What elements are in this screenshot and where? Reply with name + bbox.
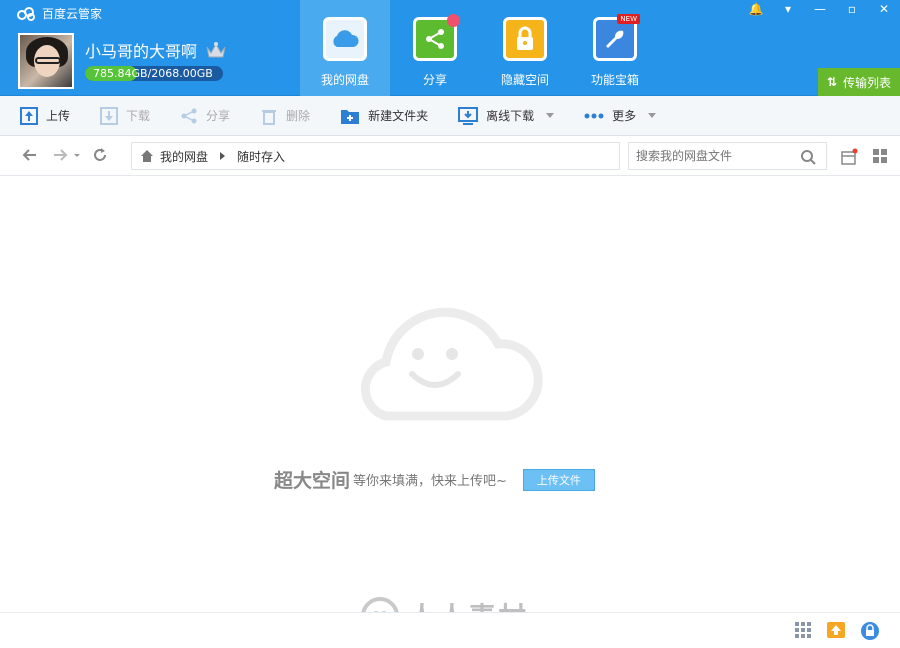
- empty-cloud-icon: [360, 307, 543, 421]
- cloud-drive-icon: [323, 17, 367, 61]
- offline-download-button[interactable]: 离线下载: [458, 106, 555, 125]
- new-badge: NEW: [617, 14, 640, 24]
- back-arrow-icon[interactable]: [22, 147, 38, 163]
- vip-crown-icon[interactable]: [205, 41, 227, 59]
- maximize-icon[interactable]: ▫: [836, 0, 868, 18]
- breadcrumb-current[interactable]: 随时存入: [237, 148, 285, 165]
- nav-label: 隐藏空间: [500, 73, 549, 87]
- forward-arrow-icon[interactable]: [52, 147, 68, 163]
- upload-button[interactable]: 上传: [20, 106, 71, 125]
- nav-share[interactable]: 分享: [390, 0, 480, 96]
- nav-label: 功能宝箱: [590, 73, 639, 87]
- username: 小马哥的大哥啊: [85, 38, 227, 62]
- status-bar: [0, 612, 900, 648]
- notification-dot: [447, 14, 460, 27]
- header: 百度云管家 小马哥的大哥啊 785.84GB/2068.00GB 我的网盘 分享…: [0, 0, 900, 96]
- share-icon: [413, 14, 460, 61]
- transfer-list-button[interactable]: ⇅ 传输列表: [818, 68, 900, 96]
- breadcrumb-separator-icon[interactable]: [220, 152, 226, 160]
- download-label: 下载: [126, 109, 151, 123]
- download-button[interactable]: 下载: [100, 106, 151, 125]
- apps-grid-icon[interactable]: [794, 621, 812, 639]
- search-icon[interactable]: [800, 149, 816, 165]
- history-nav: [22, 147, 108, 163]
- main-nav: 我的网盘 分享 隐藏空间 NEW 功能宝箱: [300, 0, 660, 96]
- empty-subtitle: 等你来填满，快来上传吧~: [353, 474, 507, 489]
- share-icon: [180, 107, 198, 125]
- empty-state-message: 超大空间 等你来填满，快来上传吧~ 上传文件: [274, 466, 595, 493]
- upload-file-button[interactable]: 上传文件: [522, 468, 595, 491]
- share-button[interactable]: 分享: [180, 107, 230, 125]
- offline-download-icon: [458, 106, 479, 125]
- baidu-cloud-logo-icon: [17, 6, 35, 21]
- lock-icon: [503, 17, 547, 61]
- search-box: [628, 142, 827, 170]
- quota-bar: 785.84GB/2068.00GB: [85, 66, 223, 81]
- home-icon[interactable]: [140, 149, 154, 163]
- empty-title: 超大空间: [274, 470, 351, 492]
- view-toggle: [840, 148, 888, 166]
- more-button[interactable]: 更多: [584, 107, 657, 124]
- toolbar: 上传 下载 分享 删除 新建文件夹 离线下载 更多: [0, 96, 900, 136]
- delete-label: 删除: [286, 109, 311, 123]
- offline-download-label: 离线下载: [486, 109, 535, 123]
- upload-icon: [20, 106, 38, 125]
- wrench-icon: NEW: [593, 14, 640, 61]
- nav-my-drive[interactable]: 我的网盘: [300, 0, 390, 96]
- search-input[interactable]: [636, 149, 796, 163]
- grid-view-icon[interactable]: [872, 148, 888, 164]
- app-title: 百度云管家: [16, 5, 102, 22]
- more-dots-icon: [584, 113, 604, 119]
- avatar[interactable]: [18, 33, 74, 89]
- download-icon: [100, 106, 119, 125]
- transfer-icon: ⇅: [826, 75, 838, 89]
- transfer-label: 传输列表: [843, 75, 892, 90]
- more-label: 更多: [612, 109, 637, 123]
- trash-icon: [260, 107, 278, 125]
- list-view-icon[interactable]: [840, 148, 858, 166]
- delete-button[interactable]: 删除: [260, 107, 310, 125]
- nav-label: 我的网盘: [320, 73, 369, 87]
- new-folder-icon: [340, 107, 360, 125]
- username-text: 小马哥的大哥啊: [85, 42, 198, 61]
- chevron-down-icon[interactable]: [648, 113, 657, 118]
- status-icons: [794, 621, 880, 641]
- window-controls: 🔔 ▾ — ▫ ✕: [740, 0, 900, 18]
- close-icon[interactable]: ✕: [868, 0, 900, 18]
- nav-label: 分享: [422, 73, 447, 87]
- nav-toolbox[interactable]: NEW 功能宝箱: [570, 0, 660, 96]
- lock-status-icon[interactable]: [860, 621, 880, 641]
- address-bar: 我的网盘 随时存入: [0, 136, 900, 176]
- menu-dropdown-icon[interactable]: ▾: [772, 0, 804, 18]
- new-folder-label: 新建文件夹: [368, 109, 429, 123]
- nav-hidden-space[interactable]: 隐藏空间: [480, 0, 570, 96]
- upload-label: 上传: [46, 109, 71, 123]
- breadcrumb-root[interactable]: 我的网盘: [160, 148, 208, 165]
- share-label: 分享: [206, 109, 231, 123]
- minimize-icon[interactable]: —: [804, 0, 836, 18]
- chevron-down-icon[interactable]: [546, 113, 555, 118]
- quota-text: 785.84GB/2068.00GB: [93, 67, 213, 80]
- breadcrumb: 我的网盘 随时存入: [131, 142, 620, 170]
- history-dropdown-icon[interactable]: [72, 147, 82, 163]
- new-folder-button[interactable]: 新建文件夹: [340, 107, 428, 125]
- app-title-text: 百度云管家: [42, 7, 103, 21]
- bell-icon[interactable]: 🔔: [740, 0, 772, 18]
- refresh-icon[interactable]: [92, 147, 108, 163]
- upload-status-icon[interactable]: [826, 621, 846, 639]
